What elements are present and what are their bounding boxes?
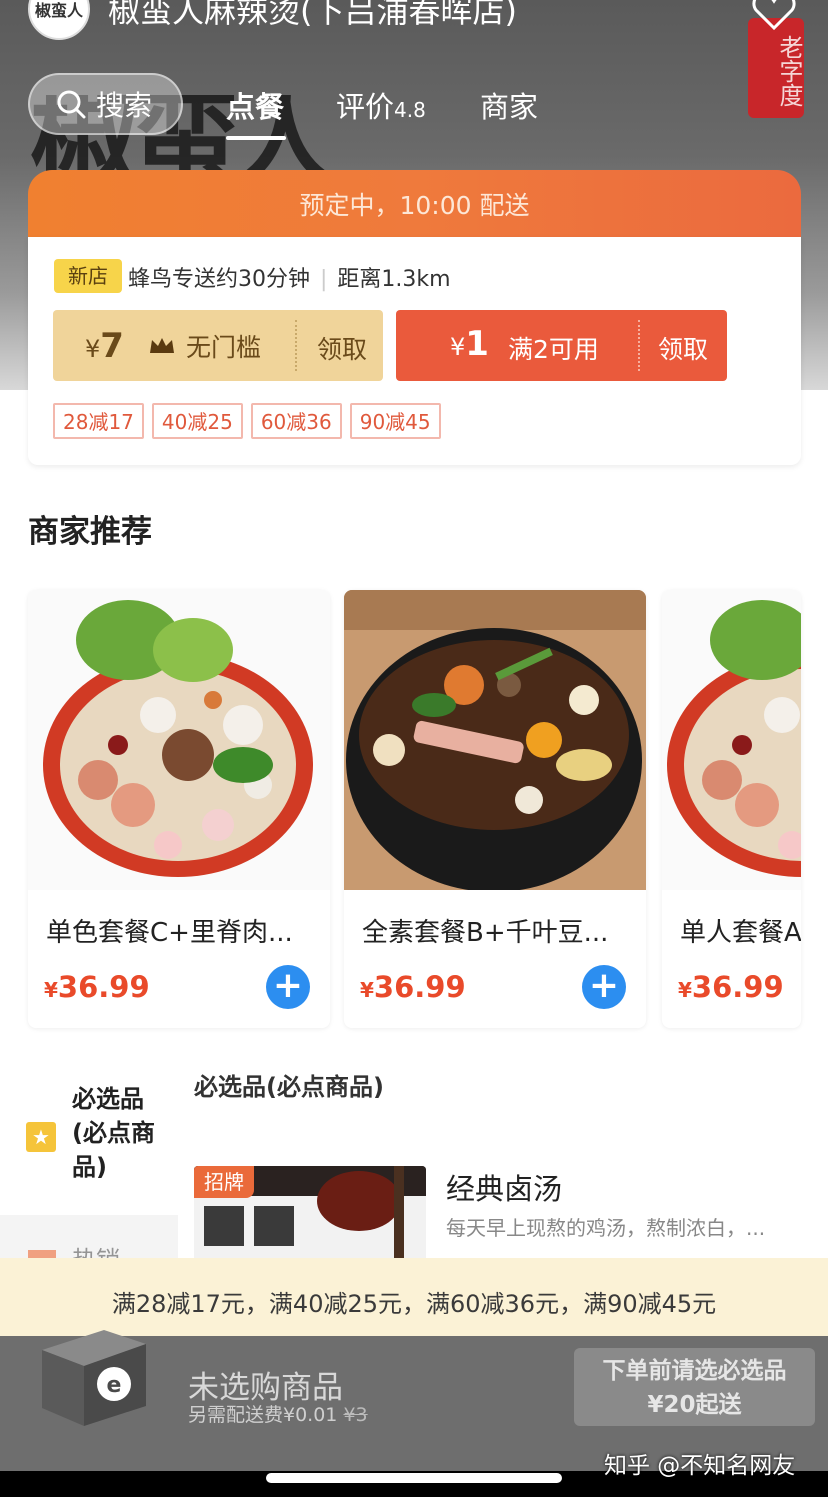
- coupon-red-currency: ¥: [450, 333, 466, 361]
- coupon-gold-currency: ¥: [85, 334, 101, 363]
- search-icon: [57, 90, 86, 119]
- coupon-red-value: 1: [465, 324, 489, 364]
- checkout-button[interactable]: 下单前请选必选品 ¥20起送: [574, 1348, 815, 1426]
- recommend-price: ¥36.99: [44, 970, 150, 1004]
- delivery-separator: |: [320, 267, 328, 292]
- coupon-gold-condition: 无门槛: [185, 332, 261, 362]
- price-value: 36.99: [691, 970, 784, 1004]
- add-to-cart-button[interactable]: +: [582, 965, 626, 1009]
- preorder-banner: 预定中，10:00 配送: [28, 170, 801, 242]
- coupon-red-condition: 满2可用: [508, 335, 599, 364]
- recommend-price: ¥36.99: [678, 970, 784, 1004]
- recommend-card[interactable]: 单色套餐C+里脊肉... ¥36.99 +: [28, 590, 330, 1028]
- recommend-title: 商家推荐: [28, 514, 152, 550]
- delivery-fee-text: 另需配送费¥0.01: [188, 1404, 338, 1426]
- coupon-divider: [638, 320, 640, 371]
- delivery-info: 蜂鸟专送约30分钟 | 距离1.3km: [128, 261, 451, 293]
- menu-section-header: 必选品(必点商品): [194, 1073, 384, 1101]
- coupon-gold-amount: ¥7: [85, 326, 124, 366]
- search-button[interactable]: 搜索: [28, 73, 183, 135]
- price-currency: ¥: [44, 978, 58, 1002]
- dish-photo-soup-bowl: [28, 590, 330, 890]
- star-icon: ★: [26, 1122, 56, 1152]
- discount-tag: 28减17: [53, 403, 144, 439]
- page: 椒蛮人 老字度 椒蛮人 椒蛮人麻辣烫(下吕浦春晖店) 搜索 点餐 评价4.8 商…: [0, 0, 828, 1497]
- svg-text:e: e: [107, 1373, 122, 1398]
- cart-box-icon[interactable]: e: [34, 1322, 150, 1432]
- price-value: 36.99: [373, 970, 466, 1004]
- price-currency: ¥: [360, 978, 374, 1002]
- banner-seal: 老字度: [748, 18, 804, 118]
- tab-merchant[interactable]: 商家: [480, 84, 538, 126]
- recommend-name: 单人套餐A: [680, 918, 801, 948]
- distance: 距离1.3km: [337, 267, 451, 292]
- tab-order-label: 点餐: [226, 90, 285, 124]
- tab-merchant-label: 商家: [480, 90, 539, 124]
- delivery-fee: 另需配送费¥0.01 ¥3: [188, 1400, 368, 1427]
- discount-tag: 40减25: [151, 403, 243, 439]
- recommend-card[interactable]: 全素套餐B+千叶豆... ¥36.99 +: [344, 590, 646, 1028]
- dish-photo-claypot: [344, 590, 646, 890]
- discount-tag: 60减36: [250, 403, 342, 439]
- coupon-gold-value: 7: [100, 325, 124, 366]
- checkout-line1: 下单前请选必选品: [602, 1358, 787, 1384]
- crown-icon: [149, 337, 174, 353]
- watermark: 知乎 @不知名网友: [604, 1453, 796, 1479]
- coupon-no-threshold[interactable]: ¥7 无门槛 领取: [53, 310, 383, 381]
- discount-tags: 28减17 40减25 60减36 90减45: [53, 403, 441, 439]
- dish-photo-soup-bowl: [662, 590, 801, 890]
- review-score: 4.8: [394, 98, 426, 122]
- price-currency: ¥: [678, 978, 692, 1002]
- add-to-cart-button[interactable]: +: [266, 965, 310, 1009]
- tab-reviews-label: 评价: [336, 90, 395, 124]
- checkout-line2: ¥20起送: [647, 1392, 742, 1418]
- dish-name[interactable]: 经典卤汤: [446, 1166, 562, 1208]
- delivery-fee-original: ¥3: [343, 1404, 368, 1426]
- tab-active-underline: [226, 136, 286, 140]
- recommend-name: 单色套餐C+里脊肉...: [46, 918, 293, 948]
- promo-card: 新店 蜂鸟专送约30分钟 | 距离1.3km ¥7 无门槛 领取 ¥1 满2可用 领…: [28, 237, 801, 465]
- delivery-time: 蜂鸟专送约30分钟: [128, 267, 310, 292]
- category-item-required[interactable]: 必选品(必点商品): [72, 1082, 162, 1184]
- coupon-red-claim[interactable]: 领取: [658, 330, 708, 366]
- recommend-name: 全素套餐B+千叶豆...: [362, 918, 609, 948]
- coupon-divider: [295, 320, 297, 371]
- favorite-heart-icon[interactable]: [752, 0, 796, 30]
- signature-badge: 招牌: [194, 1166, 254, 1198]
- shop-title: 椒蛮人麻辣烫(下吕浦春晖店): [108, 0, 517, 30]
- tab-reviews[interactable]: 评价4.8: [336, 84, 426, 126]
- new-store-badge: 新店: [54, 259, 122, 293]
- discount-tag: 90减45: [349, 403, 441, 439]
- recommend-card[interactable]: 单人套餐A ¥36.99: [662, 590, 801, 1028]
- price-value: 36.99: [57, 970, 150, 1004]
- coupon-gold-claim[interactable]: 领取: [317, 330, 367, 366]
- tab-order[interactable]: 点餐: [226, 84, 284, 126]
- home-indicator[interactable]: [266, 1473, 562, 1483]
- dish-description: 每天早上现熬的鸡汤，熬制浓白，...: [446, 1216, 766, 1240]
- coupon-red-amount: ¥1: [450, 324, 489, 364]
- coupon-min-spend[interactable]: ¥1 满2可用 领取: [396, 310, 727, 381]
- search-label: 搜索: [96, 89, 153, 122]
- recommend-price: ¥36.99: [360, 970, 466, 1004]
